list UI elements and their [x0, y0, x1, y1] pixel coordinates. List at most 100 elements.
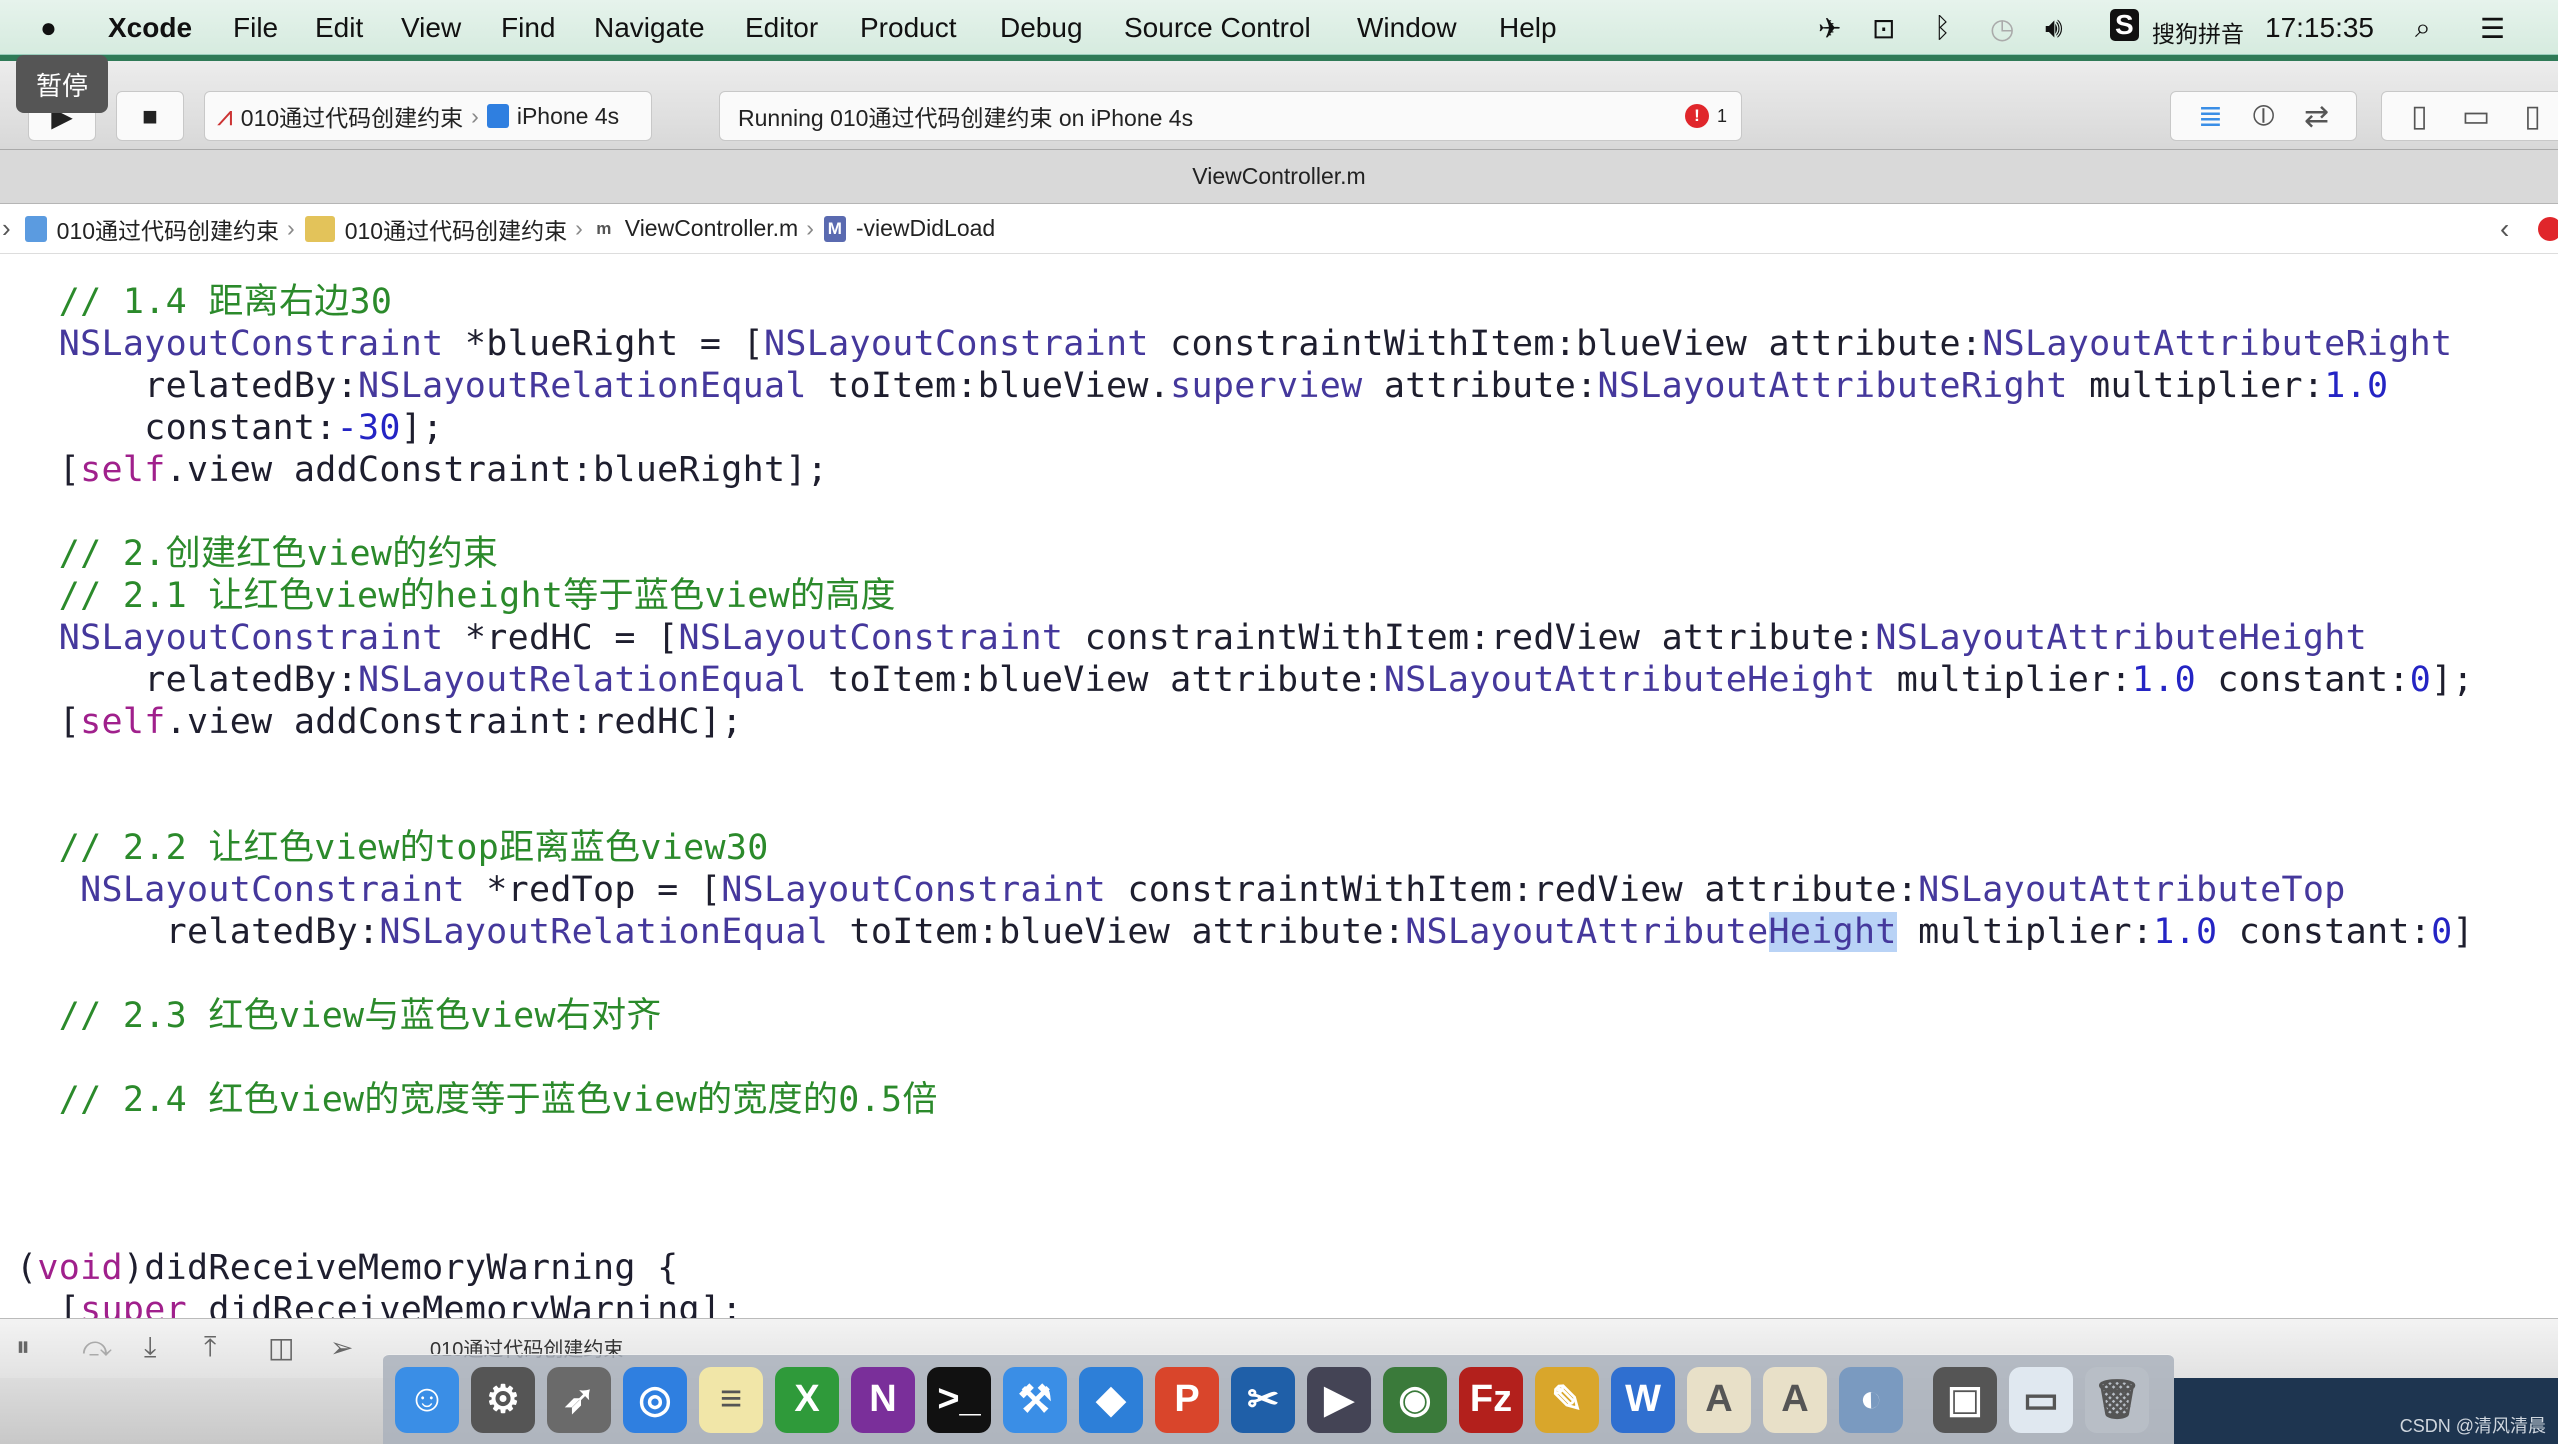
code-token: NSLayoutAttributeRight — [1982, 324, 2453, 364]
stop-button[interactable]: ■ — [116, 91, 184, 141]
breadcrumb-project[interactable]: 010通过代码创建约束 — [24, 212, 279, 246]
debug-area-toggle-icon[interactable]: ▭ — [2462, 99, 2490, 134]
menu-find[interactable]: Find — [501, 12, 555, 44]
dock-finder-icon[interactable]: ☺ — [395, 1366, 459, 1433]
dock-launchpad-icon[interactable]: ➶ — [547, 1366, 611, 1433]
menu-file[interactable]: File — [233, 12, 278, 44]
dock-powerpoint-icon[interactable]: P — [1155, 1366, 1219, 1433]
code-line[interactable]: // 2.创建红色view的约束 — [16, 533, 498, 575]
assistant-editor-icon[interactable]: ⦶ — [2253, 99, 2275, 133]
code-comment: // 2.创建红色view的约束 — [16, 534, 499, 574]
dock-safari-icon[interactable]: ◎ — [623, 1366, 687, 1433]
time-machine-icon[interactable]: ◷ — [1990, 12, 2014, 45]
step-out-icon[interactable]: ⤒ — [204, 1331, 216, 1364]
dock-instruments-icon[interactable]: ✂ — [1231, 1366, 1295, 1433]
issue-indicator-icon[interactable] — [2538, 216, 2558, 241]
back-icon[interactable]: ‹ — [2500, 213, 2509, 245]
forward-icon[interactable]: › — [2, 213, 11, 244]
menu-debug[interactable]: Debug — [1000, 12, 1083, 44]
code-line[interactable]: NSLayoutConstraint *blueRight = [NSLayou… — [16, 323, 2452, 365]
dock-window-app-icon[interactable]: ▭ — [2009, 1366, 2073, 1433]
menu-editor[interactable]: Editor — [745, 12, 818, 44]
code-line[interactable]: // 1.4 距离右边30 — [16, 281, 392, 323]
tab-viewcontroller-m[interactable]: ViewController.m — [1192, 163, 1365, 190]
code-line[interactable]: // 2.4 红色view的宽度等于蓝色view的宽度的0.5倍 — [16, 1079, 938, 1121]
code-line[interactable]: [super didReceiveMemoryWarning]; — [16, 1289, 743, 1318]
code-editor[interactable]: // 1.4 距离右边30 NSLayoutConstraint *blueRi… — [0, 254, 2558, 1318]
code-comment: // 2.3 红色view与蓝色view右对齐 — [16, 996, 662, 1036]
dock-font-app-icon[interactable]: A — [1687, 1366, 1751, 1433]
spotlight-search-icon[interactable]: ⌕ — [2415, 12, 2431, 45]
dock-xcode-icon[interactable]: ⚒ — [1003, 1366, 1067, 1433]
dock-movie-app-icon[interactable]: ▶ — [1307, 1366, 1371, 1433]
menu-edit[interactable]: Edit — [315, 12, 363, 44]
bluetooth-icon[interactable]: ᛒ — [1934, 12, 1951, 44]
code-token: *blueRight = [ — [443, 324, 765, 364]
dock-terminal-icon[interactable]: >_ — [927, 1366, 991, 1433]
dock-font-app-2-icon[interactable]: A — [1763, 1366, 1827, 1433]
scheme-selector[interactable]: ⩘ 010通过代码创建约束 › iPhone 4s — [204, 91, 652, 141]
dock-app-blue-icon[interactable]: ◆ — [1079, 1366, 1143, 1433]
screen-record-icon[interactable]: ⊡ — [1872, 12, 1895, 45]
notification-center-icon[interactable]: ☰ — [2480, 12, 2505, 45]
dock-word-icon[interactable]: W — [1611, 1366, 1675, 1433]
step-into-icon[interactable]: ⤓ — [144, 1331, 156, 1364]
code-line[interactable]: relatedBy:NSLayoutRelationEqual toItem:b… — [16, 911, 2474, 953]
code-token: attribute: — [1362, 366, 1598, 406]
code-token: NSLayoutRelationEqual — [357, 366, 807, 406]
step-over-icon[interactable]: ⤼ — [82, 1331, 112, 1364]
error-count[interactable]: 1 — [1717, 106, 1727, 127]
apple-menu-icon[interactable]: ● — [40, 12, 57, 44]
code-line[interactable]: // 2.3 红色view与蓝色view右对齐 — [16, 995, 662, 1037]
menu-product[interactable]: Product — [860, 12, 957, 44]
dock-notes-icon[interactable]: ≡ — [699, 1366, 763, 1433]
standard-editor-icon[interactable]: ≣ — [2198, 99, 2223, 134]
dock-excel-icon[interactable]: X — [775, 1366, 839, 1433]
dock-filezilla-icon[interactable]: Fz — [1459, 1366, 1523, 1433]
volume-icon[interactable]: 🔊︎ — [2045, 12, 2063, 45]
code-line[interactable]: (void)didReceiveMemoryWarning { — [16, 1247, 679, 1289]
airplane-icon[interactable]: ✈ — [1818, 12, 1841, 45]
menu-source-control[interactable]: Source Control — [1124, 12, 1311, 44]
menu-navigate[interactable]: Navigate — [594, 12, 705, 44]
location-icon[interactable]: ➢ — [330, 1331, 353, 1364]
dock-preview-icon[interactable]: ◐ — [1839, 1366, 1903, 1433]
breadcrumb-method[interactable]: M -viewDidLoad — [823, 215, 995, 242]
breadcrumb-folder[interactable]: 010通过代码创建约束 — [304, 212, 567, 246]
dock-app-green-icon[interactable]: ◉ — [1383, 1366, 1447, 1433]
code-line[interactable]: NSLayoutConstraint *redHC = [NSLayoutCon… — [16, 617, 2367, 659]
code-line[interactable]: [self.view addConstraint:redHC]; — [16, 701, 743, 743]
toolbar: ▶ ■ ⩘ 010通过代码创建约束 › iPhone 4s Running 01… — [0, 55, 2558, 150]
code-token: 1.0 — [2131, 660, 2196, 700]
code-line[interactable]: NSLayoutConstraint *redTop = [NSLayoutCo… — [16, 869, 2346, 911]
code-line[interactable]: constant:-30]; — [16, 407, 443, 449]
input-method-label[interactable]: 搜狗拼音 — [2152, 15, 2244, 49]
pause-debug-icon[interactable]: ⏸︎ — [16, 1331, 30, 1364]
code-token: self — [80, 702, 166, 742]
menu-view[interactable]: View — [401, 12, 461, 44]
version-editor-icon[interactable]: ⇄ — [2304, 99, 2329, 134]
dock-system-preferences-icon[interactable]: ⚙ — [471, 1366, 535, 1433]
dock-onenote-icon[interactable]: N — [851, 1366, 915, 1433]
code-token: NSLayoutAttribute — [1405, 912, 1769, 952]
code-token: [ — [16, 1290, 81, 1318]
dock-trash-icon[interactable]: 🗑 — [2085, 1366, 2149, 1433]
error-icon[interactable]: ! — [1685, 104, 1709, 128]
code-line[interactable]: // 2.2 让红色view的top距离蓝色view30 — [16, 827, 769, 869]
utilities-toggle-icon[interactable]: ▯ — [2524, 99, 2541, 134]
dock-screen-app-icon[interactable]: ▣ — [1933, 1366, 1997, 1433]
code-line[interactable]: relatedBy:NSLayoutRelationEqual toItem:b… — [16, 659, 2474, 701]
menu-xcode[interactable]: Xcode — [108, 12, 192, 44]
view-hierarchy-icon[interactable]: ◫ — [268, 1331, 294, 1364]
menu-window[interactable]: Window — [1357, 12, 1457, 44]
menu-help[interactable]: Help — [1499, 12, 1557, 44]
code-line[interactable]: // 2.1 让红色view的height等于蓝色view的高度 — [16, 575, 896, 617]
navigator-toggle-icon[interactable]: ▯ — [2411, 99, 2428, 134]
clock[interactable]: 17:15:35 — [2265, 12, 2374, 44]
code-line[interactable]: relatedBy:NSLayoutRelationEqual toItem:b… — [16, 365, 2388, 407]
code-line[interactable]: [self.view addConstraint:blueRight]; — [16, 449, 828, 491]
input-method-icon[interactable]: S — [2110, 9, 2139, 41]
breadcrumb-file[interactable]: m ViewController.m — [593, 215, 798, 242]
dock-app-yellow-icon[interactable]: ✎ — [1535, 1366, 1599, 1433]
